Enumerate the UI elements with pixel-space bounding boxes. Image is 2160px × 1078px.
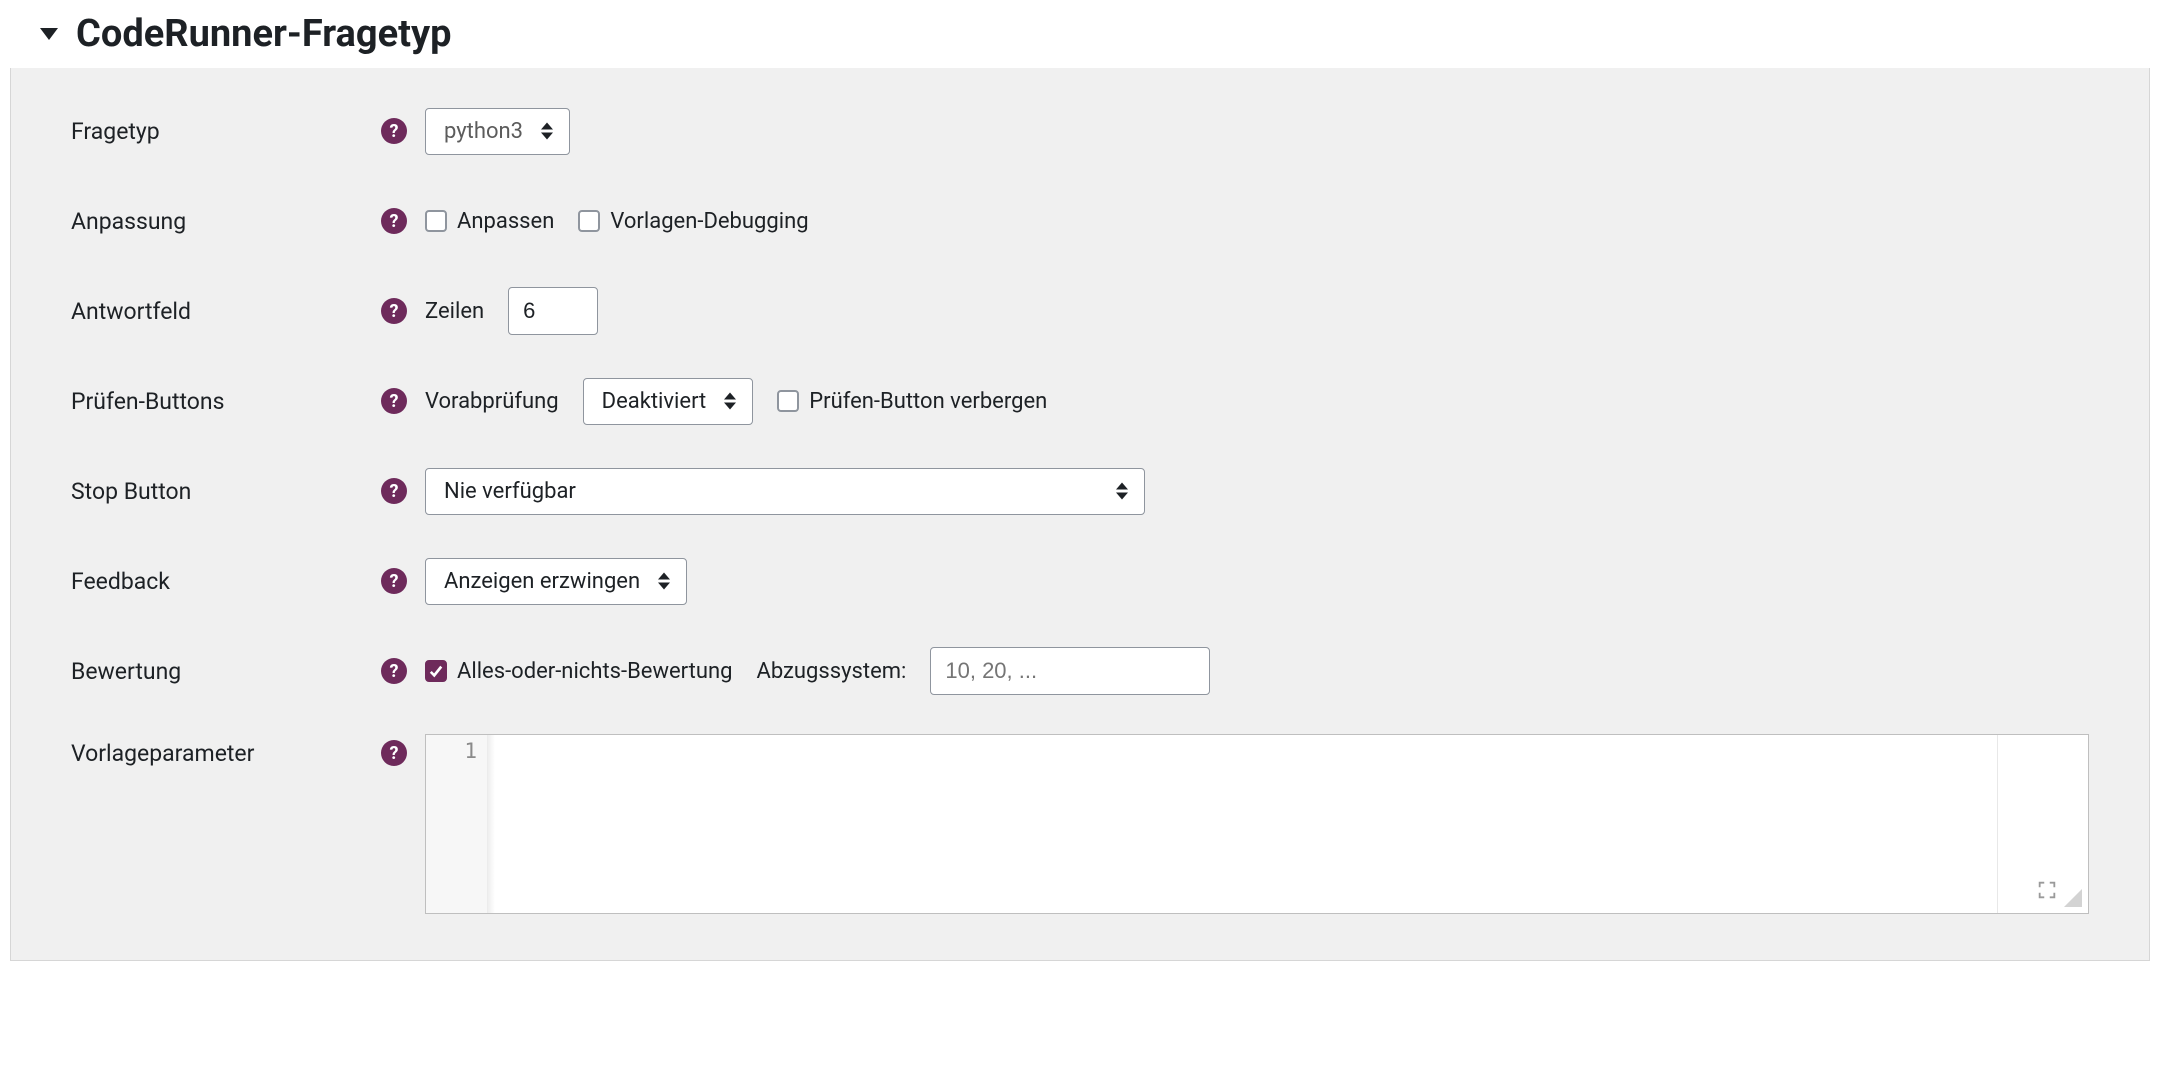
label-pruefen-buttons: Prüfen-Buttons	[71, 388, 381, 415]
chevron-updown-icon	[1116, 483, 1128, 500]
label-feedback: Feedback	[71, 568, 381, 595]
select-vorabpruefung-value: Deaktiviert	[602, 389, 707, 414]
fullscreen-icon[interactable]	[2036, 879, 2058, 907]
checkbox-anpassen-label: Anpassen	[457, 209, 554, 234]
checkbox-pruefen-verbergen[interactable]: Prüfen-Button verbergen	[777, 389, 1047, 414]
checkbox-box	[777, 390, 799, 412]
checkbox-alles-oder-nichts[interactable]: Alles-oder-nichts-Bewertung	[425, 659, 732, 684]
chevron-updown-icon	[724, 393, 736, 410]
checkbox-debugging-label: Vorlagen-Debugging	[610, 209, 808, 234]
code-editor-vorlageparameter[interactable]: 1	[425, 734, 2089, 914]
help-icon[interactable]: ?	[381, 658, 407, 684]
label-bewertung: Bewertung	[71, 658, 381, 685]
label-antwortfeld: Antwortfeld	[71, 298, 381, 325]
label-zeilen: Zeilen	[425, 299, 484, 324]
section-title: CodeRunner-Fragetyp	[76, 12, 451, 56]
checkbox-vorlagen-debugging[interactable]: Vorlagen-Debugging	[578, 209, 808, 234]
resize-grip-icon[interactable]	[2064, 889, 2082, 907]
checkbox-anpassen[interactable]: Anpassen	[425, 209, 554, 234]
line-number: 1	[430, 739, 477, 763]
help-icon[interactable]: ?	[381, 388, 407, 414]
checkbox-box	[425, 210, 447, 232]
section-collapse-toggle[interactable]	[40, 28, 58, 40]
help-icon[interactable]: ?	[381, 298, 407, 324]
label-vorlageparameter: Vorlageparameter	[71, 734, 381, 767]
help-icon[interactable]: ?	[381, 118, 407, 144]
checkbox-box	[425, 660, 447, 682]
code-editor-body[interactable]	[488, 735, 2088, 913]
chevron-updown-icon	[541, 123, 553, 140]
chevron-updown-icon	[658, 573, 670, 590]
input-zeilen[interactable]	[508, 287, 598, 335]
select-vorabpruefung[interactable]: Deaktiviert	[583, 378, 754, 425]
select-stop-button[interactable]: Nie verfügbar	[425, 468, 1145, 515]
help-icon[interactable]: ?	[381, 208, 407, 234]
help-icon[interactable]: ?	[381, 478, 407, 504]
section-body: Fragetyp ? python3 Anpassung ? Anpassen …	[10, 68, 2150, 961]
select-feedback-value: Anzeigen erzwingen	[444, 569, 640, 594]
label-stop-button: Stop Button	[71, 478, 381, 505]
select-stop-button-value: Nie verfügbar	[444, 479, 576, 504]
code-editor-gutter: 1	[426, 735, 488, 913]
select-fragetyp-value: python3	[444, 119, 523, 144]
label-fragetyp: Fragetyp	[71, 118, 381, 145]
checkbox-box	[578, 210, 600, 232]
code-editor-margin-line	[1997, 735, 1998, 913]
select-fragetyp[interactable]: python3	[425, 108, 570, 155]
help-icon[interactable]: ?	[381, 740, 407, 766]
label-anpassung: Anpassung	[71, 208, 381, 235]
input-abzugssystem[interactable]	[930, 647, 1210, 695]
checkbox-alles-oder-nichts-label: Alles-oder-nichts-Bewertung	[457, 659, 732, 684]
checkbox-pruefen-verbergen-label: Prüfen-Button verbergen	[809, 389, 1047, 414]
help-icon[interactable]: ?	[381, 568, 407, 594]
label-abzugssystem: Abzugssystem:	[756, 659, 906, 684]
select-feedback[interactable]: Anzeigen erzwingen	[425, 558, 687, 605]
label-vorabpruefung: Vorabprüfung	[425, 389, 559, 414]
